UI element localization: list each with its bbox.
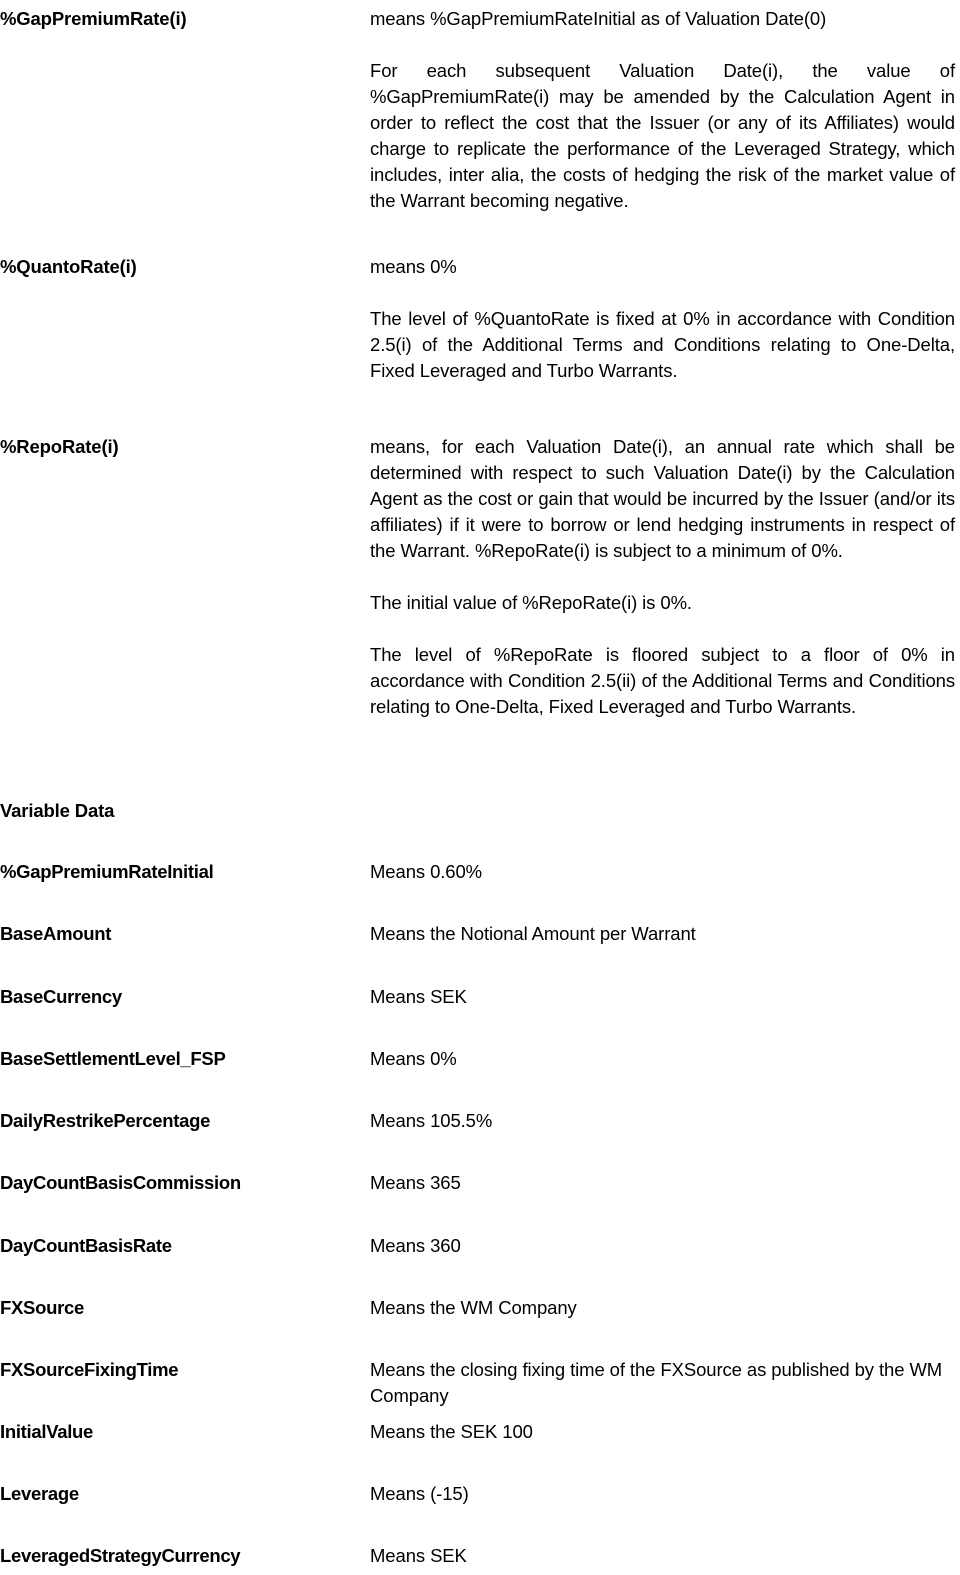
- definition-paragraph: The initial value of %RepoRate(i) is 0%.: [370, 592, 692, 613]
- variable-name: DailyRestrikePercentage: [0, 1110, 211, 1131]
- variable-value: Means 360: [370, 1235, 461, 1256]
- variable-value: Means 0%: [370, 1048, 457, 1069]
- definition-term: %GapPremiumRate(i): [0, 8, 187, 29]
- variable-value: Means 105.5%: [370, 1110, 493, 1131]
- variable-data-row: LeveragedStrategyCurrency Means SEK: [0, 1543, 960, 1569]
- variable-name: DayCountBasisRate: [0, 1235, 172, 1256]
- variable-data-row: DayCountBasisCommission Means 365: [0, 1170, 960, 1196]
- definition-row: %GapPremiumRate(i) means %GapPremiumRate…: [0, 6, 960, 214]
- variable-name: BaseCurrency: [0, 986, 122, 1007]
- variable-name: LeveragedStrategyCurrency: [0, 1545, 241, 1566]
- variable-value: Means SEK: [370, 1545, 467, 1566]
- variable-data-row: FXSourceFixingTime Means the closing fix…: [0, 1357, 960, 1409]
- variable-value: Means (-15): [370, 1483, 469, 1504]
- variable-data-row: InitialValue Means the SEK 100: [0, 1419, 960, 1445]
- definition-paragraph: For each subsequent Valuation Date(i), t…: [370, 60, 955, 211]
- definition-row: %RepoRate(i) means, for each Valuation D…: [0, 434, 960, 720]
- definition-term: %RepoRate(i): [0, 436, 119, 457]
- variable-data-row: FXSource Means the WM Company: [0, 1295, 960, 1321]
- variable-name: BaseSettlementLevel_FSP: [0, 1048, 226, 1069]
- definition-paragraph: The level of %RepoRate is floored subjec…: [370, 644, 955, 717]
- variable-name: BaseAmount: [0, 923, 112, 944]
- definition-body: means %GapPremiumRateInitial as of Valua…: [370, 6, 960, 214]
- definition-term: %QuantoRate(i): [0, 256, 137, 277]
- variable-name: DayCountBasisCommission: [0, 1172, 241, 1193]
- variable-value: Means 0.60%: [370, 861, 483, 882]
- definition-paragraph: The level of %QuantoRate is fixed at 0% …: [370, 308, 955, 381]
- variable-name: Leverage: [0, 1483, 79, 1504]
- variable-data-row: DailyRestrikePercentage Means 105.5%: [0, 1108, 960, 1134]
- variable-name: InitialValue: [0, 1421, 94, 1442]
- variable-value: Means the WM Company: [370, 1297, 577, 1318]
- variable-data-row: %GapPremiumRateInitial Means 0.60%: [0, 859, 960, 885]
- variable-data-heading: Variable Data: [0, 800, 115, 821]
- variable-data-row: BaseSettlementLevel_FSP Means 0%: [0, 1046, 960, 1072]
- variable-name: %GapPremiumRateInitial: [0, 861, 214, 882]
- definition-body: means 0% The level of %QuantoRate is fix…: [370, 254, 960, 384]
- definition-paragraph: means, for each Valuation Date(i), an an…: [370, 436, 955, 561]
- variable-data-row: BaseCurrency Means SEK: [0, 984, 960, 1010]
- definition-paragraph: means 0%: [370, 256, 457, 277]
- definition-body: means, for each Valuation Date(i), an an…: [370, 434, 960, 720]
- variable-value: Means SEK: [370, 986, 467, 1007]
- variable-value: Means the Notional Amount per Warrant: [370, 923, 696, 944]
- variable-data-row: BaseAmount Means the Notional Amount per…: [0, 921, 960, 947]
- variable-name: FXSource: [0, 1297, 84, 1318]
- definition-paragraph: means %GapPremiumRateInitial as of Valua…: [370, 8, 827, 29]
- variable-value: Means the SEK 100: [370, 1421, 533, 1442]
- variable-value: Means 365: [370, 1172, 461, 1193]
- definition-row: %QuantoRate(i) means 0% The level of %Qu…: [0, 254, 960, 384]
- document-page: %GapPremiumRate(i) means %GapPremiumRate…: [0, 0, 960, 1575]
- variable-data-row: DayCountBasisRate Means 360: [0, 1233, 960, 1259]
- variable-data-row: Leverage Means (-15): [0, 1481, 960, 1507]
- variable-value: Means the closing fixing time of the FXS…: [370, 1359, 943, 1406]
- variable-name: FXSourceFixingTime: [0, 1359, 179, 1380]
